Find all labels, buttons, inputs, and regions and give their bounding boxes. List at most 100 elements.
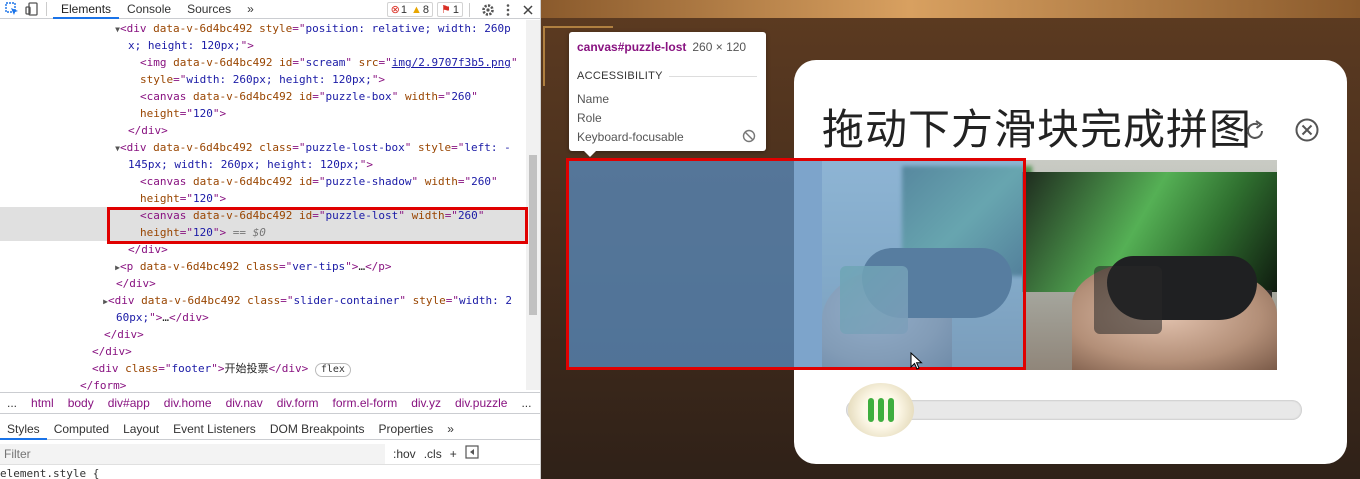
breadcrumb-item[interactable]: div.form <box>270 396 326 410</box>
expand-triangle-icon[interactable]: ▼ <box>0 21 120 38</box>
captcha-title: 拖动下方滑块完成拼图 <box>822 105 1253 154</box>
breadcrumb-item[interactable]: div.yz <box>404 396 448 410</box>
styles-tab[interactable]: Properties <box>372 418 441 440</box>
dom-token: =" <box>312 90 326 103</box>
expand-triangle-icon[interactable]: ▶ <box>0 259 120 276</box>
dom-token: data-v-6d4bc492 style <box>153 22 293 35</box>
hov-button[interactable]: :hov <box>393 447 416 461</box>
styles-tab[interactable]: Computed <box>47 418 116 440</box>
warning-icon: ▲ <box>410 3 422 16</box>
issues-count: 1 <box>452 3 459 16</box>
add-rule-button[interactable]: + <box>450 447 457 461</box>
styles-tab[interactable]: DOM Breakpoints <box>263 418 372 440</box>
issues-badge[interactable]: ⚑ 1 <box>437 2 463 17</box>
expand-triangle-icon[interactable]: ▼ <box>0 140 120 157</box>
dom-token: data-v-6d4bc492 id <box>192 90 313 103</box>
dom-node-line[interactable]: style="width: 260px; height: 120px;"> <box>0 71 526 88</box>
dom-node-line[interactable]: </div> <box>0 275 526 292</box>
dom-token: 120 <box>193 192 213 205</box>
breadcrumb-item[interactable]: form.el-form <box>326 396 405 410</box>
dom-token: 120 <box>193 107 213 120</box>
dom-node-line[interactable]: </div> <box>0 326 526 343</box>
dom-node-line[interactable]: </div> <box>0 122 526 139</box>
dom-token[interactable]: img/2.9707f3b5.png <box>392 56 511 69</box>
error-icon: ⊗ <box>390 4 400 16</box>
breadcrumb-item[interactable]: ... <box>514 396 538 410</box>
slider-track[interactable] <box>846 400 1302 420</box>
dom-node-line[interactable]: </form> <box>0 377 526 390</box>
dom-token: src <box>358 56 379 69</box>
gear-icon[interactable] <box>480 2 496 18</box>
dom-token: <div <box>92 362 126 375</box>
dom-token: width <box>404 90 439 103</box>
device-toggle-icon[interactable] <box>24 1 40 17</box>
dom-token: "> <box>345 260 359 273</box>
cls-button[interactable]: .cls <box>424 447 442 461</box>
dom-node-line[interactable]: ▼<div data-v-6d4bc492 style="position: r… <box>0 20 526 37</box>
dom-token: =" <box>445 294 460 307</box>
dom-token: puzzle-lost-box <box>305 141 405 154</box>
dom-node-line[interactable]: 60px;">…</div> <box>0 309 526 326</box>
dom-node-line[interactable]: </div> <box>0 343 526 360</box>
styles-tab[interactable]: Event Listeners <box>166 418 263 440</box>
breadcrumb-item[interactable]: div.home <box>157 396 219 410</box>
breadcrumb-item[interactable]: html <box>24 396 61 410</box>
close-icon[interactable] <box>520 2 536 18</box>
elements-tree[interactable]: ▼<div data-v-6d4bc492 style="position: r… <box>0 20 526 390</box>
dom-token: style <box>418 141 452 154</box>
dom-node-line[interactable]: ▶<div data-v-6d4bc492 class="slider-cont… <box>0 292 526 309</box>
dom-token: =" <box>179 192 193 205</box>
breadcrumb-item[interactable]: div.puzzle <box>448 396 514 410</box>
styles-tab[interactable]: Styles <box>0 418 47 440</box>
dom-token: 145px; width: 260px; height: 120px; <box>128 158 360 171</box>
error-warning-badge[interactable]: ⊗ 1 ▲ 8 <box>386 2 433 17</box>
dom-token: =" <box>158 362 172 375</box>
breadcrumb-item[interactable]: div#app <box>101 396 157 410</box>
dom-node-line[interactable]: x; height: 120px;"> <box>0 37 526 54</box>
breadcrumb-item[interactable]: ... <box>0 396 24 410</box>
elements-scrollbar[interactable] <box>526 20 540 390</box>
dom-node-line[interactable]: height="120"> <box>0 190 526 207</box>
tab-elements[interactable]: Elements <box>53 0 120 19</box>
dom-token: "> <box>212 107 227 120</box>
styles-tab[interactable]: Layout <box>116 418 166 440</box>
dom-token: =" <box>292 22 306 35</box>
styles-filter-input[interactable] <box>0 443 385 464</box>
breadcrumb-item[interactable]: div.nav <box>219 396 270 410</box>
expand-triangle-icon[interactable]: ▶ <box>0 293 108 310</box>
dom-token: <canvas <box>140 90 193 103</box>
dom-node-line[interactable]: <div class="footer">开始投票</div> flex <box>0 360 526 377</box>
dom-token: " <box>471 90 478 103</box>
header-stripe <box>541 0 1360 18</box>
dom-node-line[interactable]: height="120"> <box>0 105 526 122</box>
breadcrumb-item[interactable]: body <box>61 396 101 410</box>
refresh-icon[interactable] <box>1242 118 1268 144</box>
kebab-menu-icon[interactable] <box>500 2 516 18</box>
dom-node-line[interactable]: <img data-v-6d4bc492 id="scream" src="im… <box>0 54 526 71</box>
tab-sources[interactable]: Sources <box>179 0 239 19</box>
error-count: 1 <box>400 3 407 16</box>
close-circle-icon[interactable] <box>1294 117 1320 143</box>
dom-node-line[interactable]: <canvas data-v-6d4bc492 id="puzzle-shado… <box>0 173 526 190</box>
toggle-sidebar-icon[interactable] <box>465 445 479 462</box>
not-allowed-icon <box>742 129 756 143</box>
scrollbar-thumb[interactable] <box>529 155 537 315</box>
dom-node-line[interactable]: ▼<div data-v-6d4bc492 class="puzzle-lost… <box>0 139 526 156</box>
inspect-icon[interactable] <box>4 1 20 17</box>
dom-token: =" <box>378 56 392 69</box>
dom-token: =" <box>280 294 294 307</box>
tab-console[interactable]: Console <box>119 0 179 19</box>
more-tabs-button[interactable]: » <box>239 0 262 19</box>
dom-node-line[interactable]: 145px; width: 260px; height: 120px;"> <box>0 156 526 173</box>
dom-token: slider-container <box>293 294 400 307</box>
dom-token: =" <box>457 175 472 188</box>
dom-token: <div <box>108 294 142 307</box>
dom-node-line[interactable]: ▶<p data-v-6d4bc492 class="ver-tips">…</… <box>0 258 526 275</box>
slider-handle[interactable] <box>848 383 914 437</box>
dom-node-line[interactable]: <canvas data-v-6d4bc492 id="puzzle-box" … <box>0 88 526 105</box>
tooltip-divider <box>669 76 757 77</box>
styles-tab[interactable]: » <box>440 418 461 440</box>
dom-token: " <box>491 175 498 188</box>
cursor-icon <box>910 351 924 372</box>
dom-token: 260 <box>451 90 472 103</box>
